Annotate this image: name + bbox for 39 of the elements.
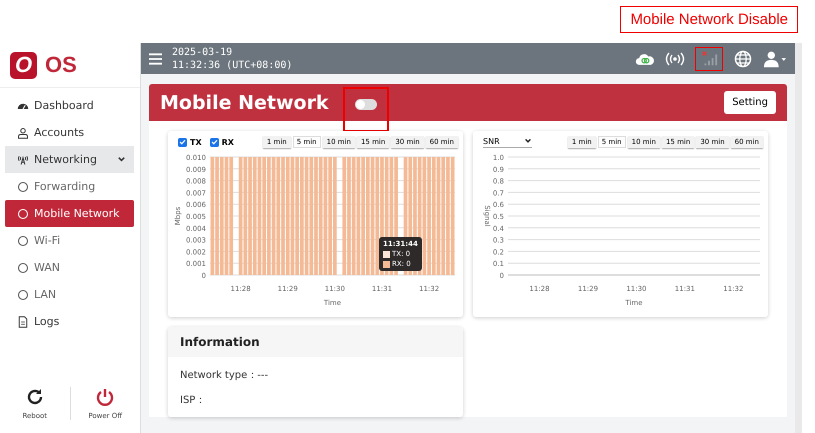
sidebar-item[interactable]: Mobile Network — [5, 200, 134, 227]
info-row-text: ISP： — [179, 394, 206, 407]
checkbox-label[interactable]: RX — [222, 138, 234, 146]
sidebar-item[interactable]: WAN — [0, 254, 134, 281]
date-text: 2025-03-19 — [172, 46, 234, 58]
circle-icon — [17, 180, 29, 192]
user-icon[interactable] — [763, 50, 787, 68]
circle-icon — [17, 208, 29, 220]
sidebar-item[interactable]: Logs — [0, 308, 134, 335]
person-icon — [17, 126, 29, 138]
circle-icon — [17, 262, 29, 274]
power-icon — [95, 386, 116, 406]
antenna-icon — [17, 154, 29, 166]
menu-icon[interactable] — [149, 52, 162, 64]
document-icon — [17, 316, 29, 328]
circle-icon — [17, 234, 29, 246]
checkbox[interactable] — [178, 138, 187, 146]
globe-icon[interactable] — [733, 50, 753, 68]
chevron-icon — [117, 155, 126, 164]
logo-icon: O — [10, 52, 37, 78]
page-title: Mobile Network — [160, 92, 329, 114]
brand-name: OS — [45, 52, 77, 78]
info-title: Information — [168, 327, 463, 357]
setting-button[interactable]: Setting — [724, 91, 776, 114]
info-row-text: Network type：--- — [179, 369, 270, 382]
sidebar-item[interactable]: Forwarding — [0, 173, 134, 200]
sidebar-item[interactable]: Accounts — [0, 119, 134, 146]
sidebar-group[interactable]: Networking — [5, 146, 134, 173]
sidebar-item[interactable]: Wi-Fi — [0, 227, 134, 254]
checkbox-label[interactable]: TX — [190, 138, 202, 146]
circle-icon — [17, 288, 29, 300]
annotation-label: Mobile Network Disable — [620, 6, 798, 33]
toggle-switch[interactable] — [354, 99, 377, 110]
chevron-icon — [524, 137, 532, 145]
time-text: 11:32:36 (UTC+08:00) — [172, 58, 292, 72]
checkbox[interactable] — [210, 138, 219, 146]
sidebar-item[interactable]: LAN — [0, 281, 134, 308]
sidebar-item[interactable]: Dashboard — [0, 92, 134, 119]
metric-select[interactable]: SNR — [483, 136, 532, 148]
